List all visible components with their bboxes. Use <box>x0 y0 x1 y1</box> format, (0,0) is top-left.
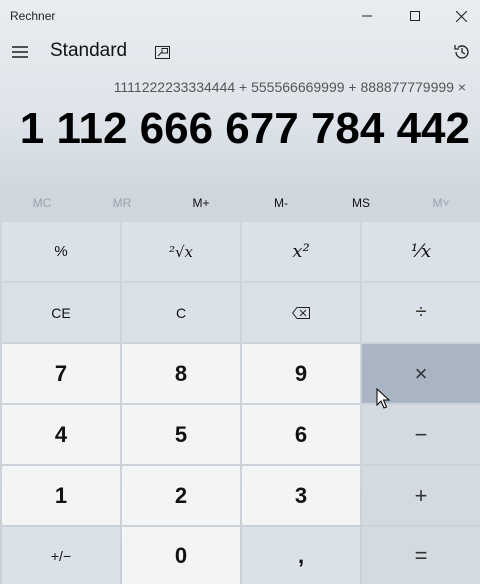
maximize-icon <box>410 11 420 21</box>
clear-button[interactable]: C <box>122 283 240 342</box>
memory-row: MC MR M+ M- MS M˅ <box>0 188 480 218</box>
decimal-button[interactable]: , <box>242 527 360 584</box>
reciprocal-label: ¹⁄x <box>410 241 432 262</box>
keypad: % ²√x x² ¹⁄x CE C ÷ 7 8 9 × 4 5 6 − 1 2 … <box>0 220 480 584</box>
digit-4-button[interactable]: 4 <box>2 405 120 464</box>
square-button[interactable]: x² <box>242 222 360 281</box>
square-root-label: ²√x <box>168 242 194 261</box>
memory-store-button[interactable]: MS <box>321 188 401 218</box>
decimal-label: , <box>297 542 305 568</box>
divide-label: ÷ <box>415 301 427 323</box>
subtract-label: − <box>414 421 428 447</box>
multiply-label: × <box>414 360 428 386</box>
negate-button[interactable]: +/− <box>2 527 120 584</box>
negate-label: +/− <box>50 547 72 564</box>
minimize-icon <box>362 15 372 17</box>
reciprocal-button[interactable]: ¹⁄x <box>362 222 480 281</box>
square-root-button[interactable]: ²√x <box>122 222 240 281</box>
equals-label: = <box>414 542 428 568</box>
digit-9-button[interactable]: 9 <box>242 344 360 403</box>
window-title: Rechner <box>10 9 56 23</box>
percent-button[interactable]: % <box>2 222 120 281</box>
memory-add-button[interactable]: M+ <box>161 188 241 218</box>
navigation-menu-button[interactable] <box>6 38 34 66</box>
hamburger-icon <box>12 46 28 58</box>
digit-7-button[interactable]: 7 <box>2 344 120 403</box>
title-bar: Rechner <box>0 0 480 32</box>
memory-clear-button[interactable]: MC <box>2 188 82 218</box>
digit-0-button[interactable]: 0 <box>122 527 240 584</box>
digit-3-button[interactable]: 3 <box>242 466 360 525</box>
mouse-cursor-icon <box>376 388 390 409</box>
digit-6-button[interactable]: 6 <box>242 405 360 464</box>
mode-title: Standard <box>50 40 128 61</box>
expression-display: 1111222233334444 + 555566669999 + 888877… <box>113 79 466 95</box>
digit-8-button[interactable]: 8 <box>122 344 240 403</box>
square-label: x² <box>292 241 310 262</box>
digit-5-button[interactable]: 5 <box>122 405 240 464</box>
divide-button[interactable]: ÷ <box>362 283 480 342</box>
digit-2-button[interactable]: 2 <box>122 466 240 525</box>
clear-entry-label: CE <box>51 304 71 321</box>
maximize-button[interactable] <box>392 0 438 32</box>
keep-on-top-icon <box>154 45 170 59</box>
clear-entry-button[interactable]: CE <box>2 283 120 342</box>
minimize-button[interactable] <box>344 0 390 32</box>
clear-label: C <box>175 304 187 321</box>
history-icon <box>454 45 469 59</box>
subtract-button[interactable]: − <box>362 405 480 464</box>
memory-list-button[interactable]: M˅ <box>401 188 480 218</box>
percent-label: % <box>54 243 68 260</box>
memory-recall-button[interactable]: MR <box>82 188 162 218</box>
close-button[interactable] <box>438 0 480 32</box>
result-display: 1 112 666 677 784 442 <box>19 104 470 153</box>
add-button[interactable]: + <box>362 466 480 525</box>
add-label: + <box>414 482 428 508</box>
memory-subtract-button[interactable]: M- <box>241 188 321 218</box>
equals-button[interactable]: = <box>362 527 480 584</box>
app-header: Standard <box>0 34 480 74</box>
digit-1-button[interactable]: 1 <box>2 466 120 525</box>
backspace-button[interactable] <box>242 283 360 342</box>
history-button[interactable] <box>450 40 474 64</box>
close-icon <box>455 10 467 22</box>
backspace-icon <box>292 306 310 319</box>
keep-on-top-button[interactable] <box>150 40 174 64</box>
